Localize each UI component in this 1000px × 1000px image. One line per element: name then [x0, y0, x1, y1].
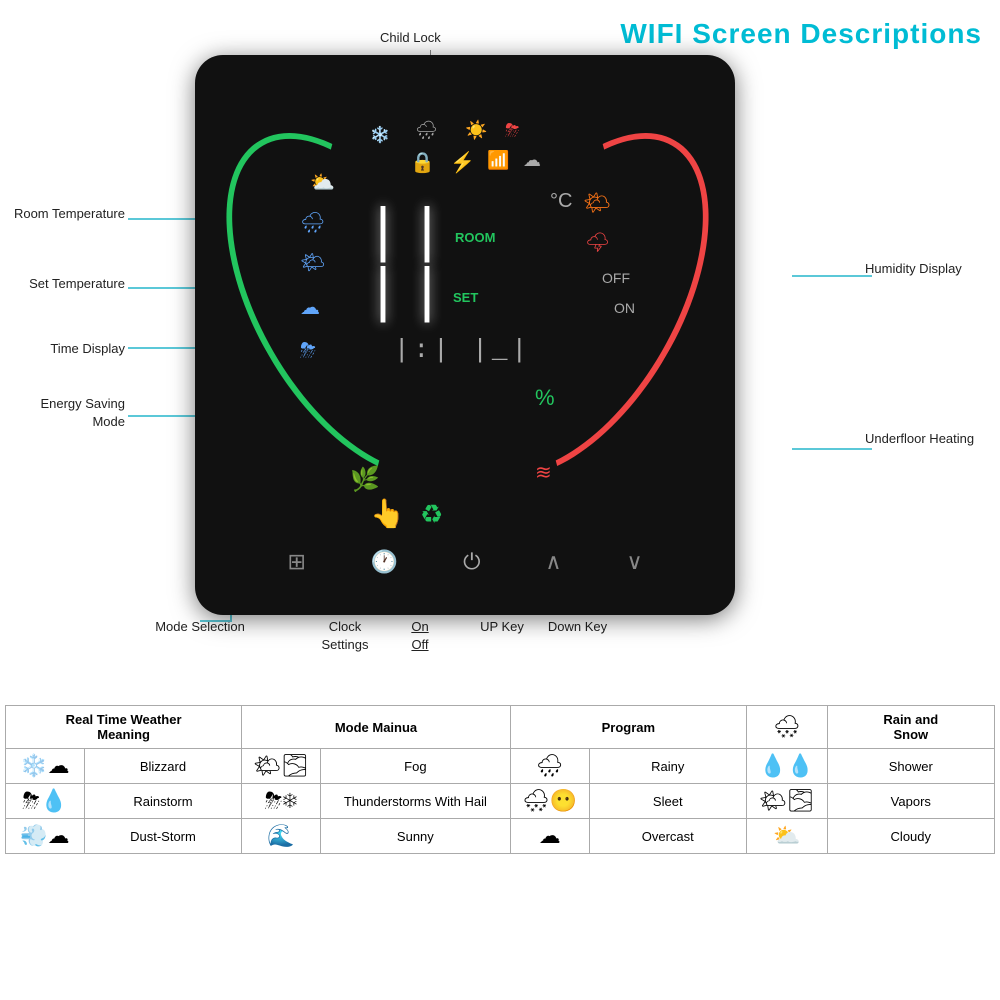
icon-vapors: 🌤🌫 — [746, 784, 827, 819]
set-temperature-label: Set Temperature — [5, 275, 125, 293]
label-rainy: Rainy — [589, 749, 746, 784]
weather-icon-rain: 🌧 — [415, 120, 438, 141]
icon-on: ON — [614, 300, 635, 316]
device-container: ❄️ 🌧 ☀️ ⛈ ⛅ 🌧 🌤 ☁ ⛈ °C 🌤 🌩 OFF ON 🔒 ⚡ 📶 … — [195, 55, 735, 645]
cloud-wifi-icon: ☁ — [523, 150, 541, 171]
percent-icon: % — [535, 385, 555, 411]
icon-sunny: 🌊 — [242, 819, 321, 854]
icon-red-cloud: 🌩 — [585, 230, 610, 255]
label-shower: Shower — [827, 749, 994, 784]
child-lock-label: Child Lock — [380, 30, 441, 45]
room-temperature-label: Room Temperature — [5, 205, 125, 223]
touch-icon: 👆 — [370, 497, 405, 530]
wifi-icon: 📶 — [487, 150, 509, 171]
room-temp-connector — [128, 218, 203, 220]
icon-off: OFF — [602, 270, 630, 286]
label-dust-storm: Dust-Storm — [84, 819, 241, 854]
heating-icon: ≋ — [535, 460, 552, 485]
label-vapors: Vapors — [827, 784, 994, 819]
energy-saving-label: Energy Saving Mode — [5, 395, 125, 431]
leaf-icon: 🌿 — [350, 465, 380, 494]
icon-blizzard: ❄️☁ — [6, 749, 85, 784]
up-button[interactable]: ∧ — [545, 549, 561, 575]
bluetooth-icon: ⚡ — [450, 150, 475, 175]
icon-orange-sun: 🌤 — [583, 190, 611, 216]
icon-storm-cloud: ⛈ — [300, 340, 316, 363]
weather-icon-sun: ☀️ — [465, 120, 487, 141]
mode-button[interactable]: ⊞ — [287, 549, 305, 575]
icon-shower: 💧💧 — [746, 749, 827, 784]
icon-rain-cloud: 🌧 — [300, 210, 325, 235]
icon-set-cloud: ☁ — [300, 295, 320, 320]
time-display-label: Time Display — [5, 340, 125, 358]
label-sleet: Sleet — [589, 784, 746, 819]
header-program: Program — [510, 706, 746, 749]
main-digits: || || — [365, 205, 560, 325]
secondary-digits: |:| |_| — [394, 335, 531, 365]
icon-sleet: 🌨😶 — [510, 784, 589, 819]
icon-room-cloud: 🌤 — [300, 250, 325, 275]
header-weather-meaning: Real Time WeatherMeaning — [6, 706, 242, 749]
weather-icon-snow: ❄️ — [370, 125, 390, 145]
wifi-title: WIFI Screen Descriptions — [620, 18, 982, 50]
bottom-buttons-row: ⊞ 🕐 ⏻ ∧ ∨ — [195, 549, 735, 575]
icon-cloudy: ⛅ — [746, 819, 827, 854]
label-cloudy: Cloudy — [827, 819, 994, 854]
icon-rainy: 🌧 — [510, 749, 589, 784]
label-overcast: Overcast — [589, 819, 746, 854]
header-mode-manu: Mode Mainua — [242, 706, 511, 749]
icon-fog: 🌤🌫 — [242, 749, 321, 784]
icon-rainstorm: ⛈💧 — [6, 784, 85, 819]
icon-dust-storm: 💨☁ — [6, 819, 85, 854]
humidity-display-label: Humidity Display — [865, 260, 995, 278]
underfloor-heating-label: Underfloor Heating — [865, 430, 995, 448]
icon-overcast: ☁ — [510, 819, 589, 854]
refresh-icon: ♻ — [420, 499, 443, 530]
icon-thunderhail: ⛈❄ — [242, 784, 321, 819]
label-blizzard: Blizzard — [84, 749, 241, 784]
label-sunny: Sunny — [320, 819, 510, 854]
main-display: || || |:| |_| — [365, 185, 560, 385]
device-body: ❄️ 🌧 ☀️ ⛈ ⛅ 🌧 🌤 ☁ ⛈ °C 🌤 🌩 OFF ON 🔒 ⚡ 📶 … — [195, 55, 735, 615]
weather-table: Real Time WeatherMeaning Mode Mainua Pro… — [5, 705, 995, 854]
weather-icon-storm: ⛈ — [505, 120, 519, 141]
header-rain-snow: Rain andSnow — [827, 706, 994, 749]
down-button[interactable]: ∨ — [626, 549, 642, 575]
label-rainstorm: Rainstorm — [84, 784, 241, 819]
clock-button[interactable]: 🕐 — [371, 549, 398, 575]
label-fog: Fog — [320, 749, 510, 784]
power-button[interactable]: ⏻ — [463, 549, 480, 575]
lock-icon: 🔒 — [410, 150, 435, 175]
icon-cloud-sun: ⛅ — [310, 170, 335, 195]
label-thunderhail: Thunderstorms With Hail — [320, 784, 510, 819]
underfloor-connector — [792, 448, 872, 450]
humidity-connector — [792, 275, 872, 277]
header-rain-snow-icon: 🌨 — [746, 706, 827, 749]
